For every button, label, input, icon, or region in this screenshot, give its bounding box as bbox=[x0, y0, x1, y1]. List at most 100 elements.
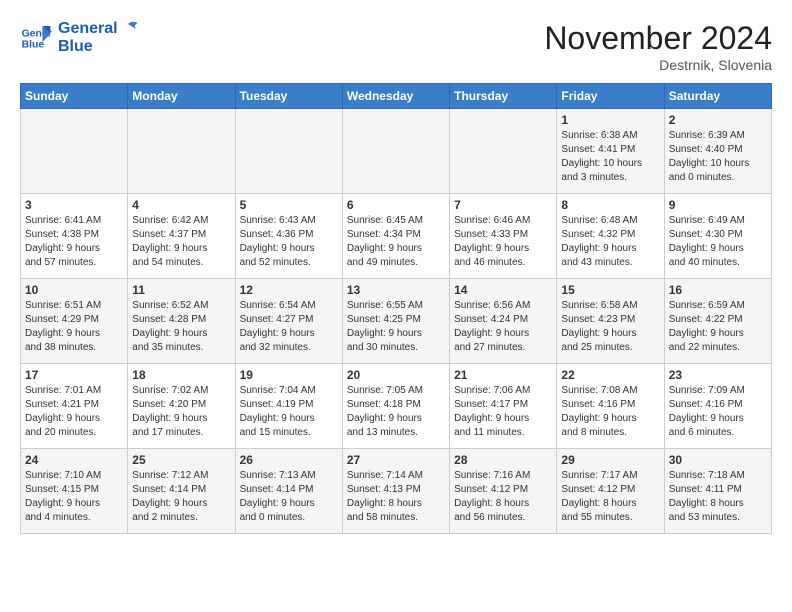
day-info: Sunrise: 7:13 AM Sunset: 4:14 PM Dayligh… bbox=[240, 469, 338, 525]
calendar-cell bbox=[450, 109, 557, 194]
day-number: 24 bbox=[25, 453, 123, 467]
calendar-cell bbox=[342, 109, 449, 194]
weekday-header-friday: Friday bbox=[557, 84, 664, 109]
logo-icon: General Blue bbox=[20, 22, 52, 54]
calendar-cell: 22 Sunrise: 7:08 AM Sunset: 4:16 PM Dayli… bbox=[557, 364, 664, 449]
day-info: Sunrise: 7:06 AM Sunset: 4:17 PM Dayligh… bbox=[454, 384, 552, 440]
day-number: 15 bbox=[561, 283, 659, 297]
calendar-week-5: 24 Sunrise: 7:10 AM Sunset: 4:15 PM Dayli… bbox=[21, 449, 772, 534]
calendar-cell: 17 Sunrise: 7:01 AM Sunset: 4:21 PM Dayli… bbox=[21, 364, 128, 449]
day-number: 14 bbox=[454, 283, 552, 297]
day-number: 18 bbox=[132, 368, 230, 382]
weekday-header-saturday: Saturday bbox=[664, 84, 771, 109]
day-info: Sunrise: 6:51 AM Sunset: 4:29 PM Dayligh… bbox=[25, 299, 123, 355]
day-info: Sunrise: 6:52 AM Sunset: 4:28 PM Dayligh… bbox=[132, 299, 230, 355]
calendar-week-2: 3 Sunrise: 6:41 AM Sunset: 4:38 PM Daylig… bbox=[21, 194, 772, 279]
day-info: Sunrise: 6:56 AM Sunset: 4:24 PM Dayligh… bbox=[454, 299, 552, 355]
day-number: 25 bbox=[132, 453, 230, 467]
calendar-cell: 20 Sunrise: 7:05 AM Sunset: 4:18 PM Dayli… bbox=[342, 364, 449, 449]
weekday-header-sunday: Sunday bbox=[21, 84, 128, 109]
logo-general: General bbox=[58, 20, 118, 38]
weekday-header-thursday: Thursday bbox=[450, 84, 557, 109]
calendar-table: SundayMondayTuesdayWednesdayThursdayFrid… bbox=[20, 83, 772, 534]
weekday-header-row: SundayMondayTuesdayWednesdayThursdayFrid… bbox=[21, 84, 772, 109]
day-number: 20 bbox=[347, 368, 445, 382]
day-number: 6 bbox=[347, 198, 445, 212]
day-number: 2 bbox=[669, 113, 767, 127]
weekday-header-monday: Monday bbox=[128, 84, 235, 109]
calendar-cell: 12 Sunrise: 6:54 AM Sunset: 4:27 PM Dayli… bbox=[235, 279, 342, 364]
calendar-cell: 21 Sunrise: 7:06 AM Sunset: 4:17 PM Dayli… bbox=[450, 364, 557, 449]
day-info: Sunrise: 6:42 AM Sunset: 4:37 PM Dayligh… bbox=[132, 214, 230, 270]
calendar-cell: 26 Sunrise: 7:13 AM Sunset: 4:14 PM Dayli… bbox=[235, 449, 342, 534]
day-info: Sunrise: 6:55 AM Sunset: 4:25 PM Dayligh… bbox=[347, 299, 445, 355]
logo-blue: Blue bbox=[58, 38, 140, 56]
calendar-cell: 2 Sunrise: 6:39 AM Sunset: 4:40 PM Daylig… bbox=[664, 109, 771, 194]
calendar-cell bbox=[21, 109, 128, 194]
calendar-week-3: 10Sunrise: 6:51 AM Sunset: 4:29 PM Dayli… bbox=[21, 279, 772, 364]
calendar-cell: 15 Sunrise: 6:58 AM Sunset: 4:23 PM Dayli… bbox=[557, 279, 664, 364]
calendar-cell: 30Sunrise: 7:18 AM Sunset: 4:11 PM Dayli… bbox=[664, 449, 771, 534]
day-info: Sunrise: 6:58 AM Sunset: 4:23 PM Dayligh… bbox=[561, 299, 659, 355]
day-info: Sunrise: 7:02 AM Sunset: 4:20 PM Dayligh… bbox=[132, 384, 230, 440]
calendar-cell: 23 Sunrise: 7:09 AM Sunset: 4:16 PM Dayli… bbox=[664, 364, 771, 449]
calendar-cell: 13 Sunrise: 6:55 AM Sunset: 4:25 PM Dayli… bbox=[342, 279, 449, 364]
day-info: Sunrise: 7:01 AM Sunset: 4:21 PM Dayligh… bbox=[25, 384, 123, 440]
day-number: 11 bbox=[132, 283, 230, 297]
day-info: Sunrise: 6:39 AM Sunset: 4:40 PM Dayligh… bbox=[669, 129, 767, 185]
day-number: 8 bbox=[561, 198, 659, 212]
day-number: 5 bbox=[240, 198, 338, 212]
day-info: Sunrise: 7:18 AM Sunset: 4:11 PM Dayligh… bbox=[669, 469, 767, 525]
calendar-cell: 29 Sunrise: 7:17 AM Sunset: 4:12 PM Dayli… bbox=[557, 449, 664, 534]
calendar-cell: 1Sunrise: 6:38 AM Sunset: 4:41 PM Daylig… bbox=[557, 109, 664, 194]
calendar-cell: 5 Sunrise: 6:43 AM Sunset: 4:36 PM Daylig… bbox=[235, 194, 342, 279]
calendar-cell: 24 Sunrise: 7:10 AM Sunset: 4:15 PM Dayli… bbox=[21, 449, 128, 534]
day-info: Sunrise: 7:10 AM Sunset: 4:15 PM Dayligh… bbox=[25, 469, 123, 525]
calendar-cell bbox=[235, 109, 342, 194]
calendar-cell: 6 Sunrise: 6:45 AM Sunset: 4:34 PM Daylig… bbox=[342, 194, 449, 279]
day-number: 12 bbox=[240, 283, 338, 297]
day-info: Sunrise: 6:45 AM Sunset: 4:34 PM Dayligh… bbox=[347, 214, 445, 270]
calendar-week-4: 17 Sunrise: 7:01 AM Sunset: 4:21 PM Dayli… bbox=[21, 364, 772, 449]
title-area: November 2024 Destrnik, Slovenia bbox=[544, 20, 772, 73]
calendar-cell: 28 Sunrise: 7:16 AM Sunset: 4:12 PM Dayli… bbox=[450, 449, 557, 534]
day-info: Sunrise: 7:14 AM Sunset: 4:13 PM Dayligh… bbox=[347, 469, 445, 525]
day-number: 22 bbox=[561, 368, 659, 382]
calendar-cell: 27Sunrise: 7:14 AM Sunset: 4:13 PM Dayli… bbox=[342, 449, 449, 534]
month-title: November 2024 bbox=[544, 20, 772, 57]
day-number: 26 bbox=[240, 453, 338, 467]
day-number: 16 bbox=[669, 283, 767, 297]
day-info: Sunrise: 6:49 AM Sunset: 4:30 PM Dayligh… bbox=[669, 214, 767, 270]
day-number: 13 bbox=[347, 283, 445, 297]
day-info: Sunrise: 6:59 AM Sunset: 4:22 PM Dayligh… bbox=[669, 299, 767, 355]
calendar-cell: 8 Sunrise: 6:48 AM Sunset: 4:32 PM Daylig… bbox=[557, 194, 664, 279]
day-number: 23 bbox=[669, 368, 767, 382]
weekday-header-tuesday: Tuesday bbox=[235, 84, 342, 109]
day-info: Sunrise: 7:17 AM Sunset: 4:12 PM Dayligh… bbox=[561, 469, 659, 525]
day-number: 3 bbox=[25, 198, 123, 212]
day-number: 28 bbox=[454, 453, 552, 467]
page-header: General Blue General Blue November 2024 … bbox=[20, 20, 772, 73]
calendar-cell: 16 Sunrise: 6:59 AM Sunset: 4:22 PM Dayli… bbox=[664, 279, 771, 364]
day-info: Sunrise: 7:05 AM Sunset: 4:18 PM Dayligh… bbox=[347, 384, 445, 440]
day-number: 29 bbox=[561, 453, 659, 467]
calendar-cell bbox=[128, 109, 235, 194]
logo-bird-icon bbox=[118, 20, 140, 38]
day-info: Sunrise: 7:09 AM Sunset: 4:16 PM Dayligh… bbox=[669, 384, 767, 440]
calendar-cell: 10Sunrise: 6:51 AM Sunset: 4:29 PM Dayli… bbox=[21, 279, 128, 364]
location: Destrnik, Slovenia bbox=[544, 57, 772, 73]
weekday-header-wednesday: Wednesday bbox=[342, 84, 449, 109]
day-info: Sunrise: 7:16 AM Sunset: 4:12 PM Dayligh… bbox=[454, 469, 552, 525]
day-number: 7 bbox=[454, 198, 552, 212]
day-number: 17 bbox=[25, 368, 123, 382]
day-info: Sunrise: 6:54 AM Sunset: 4:27 PM Dayligh… bbox=[240, 299, 338, 355]
day-number: 21 bbox=[454, 368, 552, 382]
day-info: Sunrise: 6:43 AM Sunset: 4:36 PM Dayligh… bbox=[240, 214, 338, 270]
day-info: Sunrise: 6:41 AM Sunset: 4:38 PM Dayligh… bbox=[25, 214, 123, 270]
day-info: Sunrise: 7:08 AM Sunset: 4:16 PM Dayligh… bbox=[561, 384, 659, 440]
calendar-cell: 7Sunrise: 6:46 AM Sunset: 4:33 PM Daylig… bbox=[450, 194, 557, 279]
calendar-cell: 9Sunrise: 6:49 AM Sunset: 4:30 PM Daylig… bbox=[664, 194, 771, 279]
day-info: Sunrise: 6:48 AM Sunset: 4:32 PM Dayligh… bbox=[561, 214, 659, 270]
day-number: 4 bbox=[132, 198, 230, 212]
calendar-cell: 25Sunrise: 7:12 AM Sunset: 4:14 PM Dayli… bbox=[128, 449, 235, 534]
